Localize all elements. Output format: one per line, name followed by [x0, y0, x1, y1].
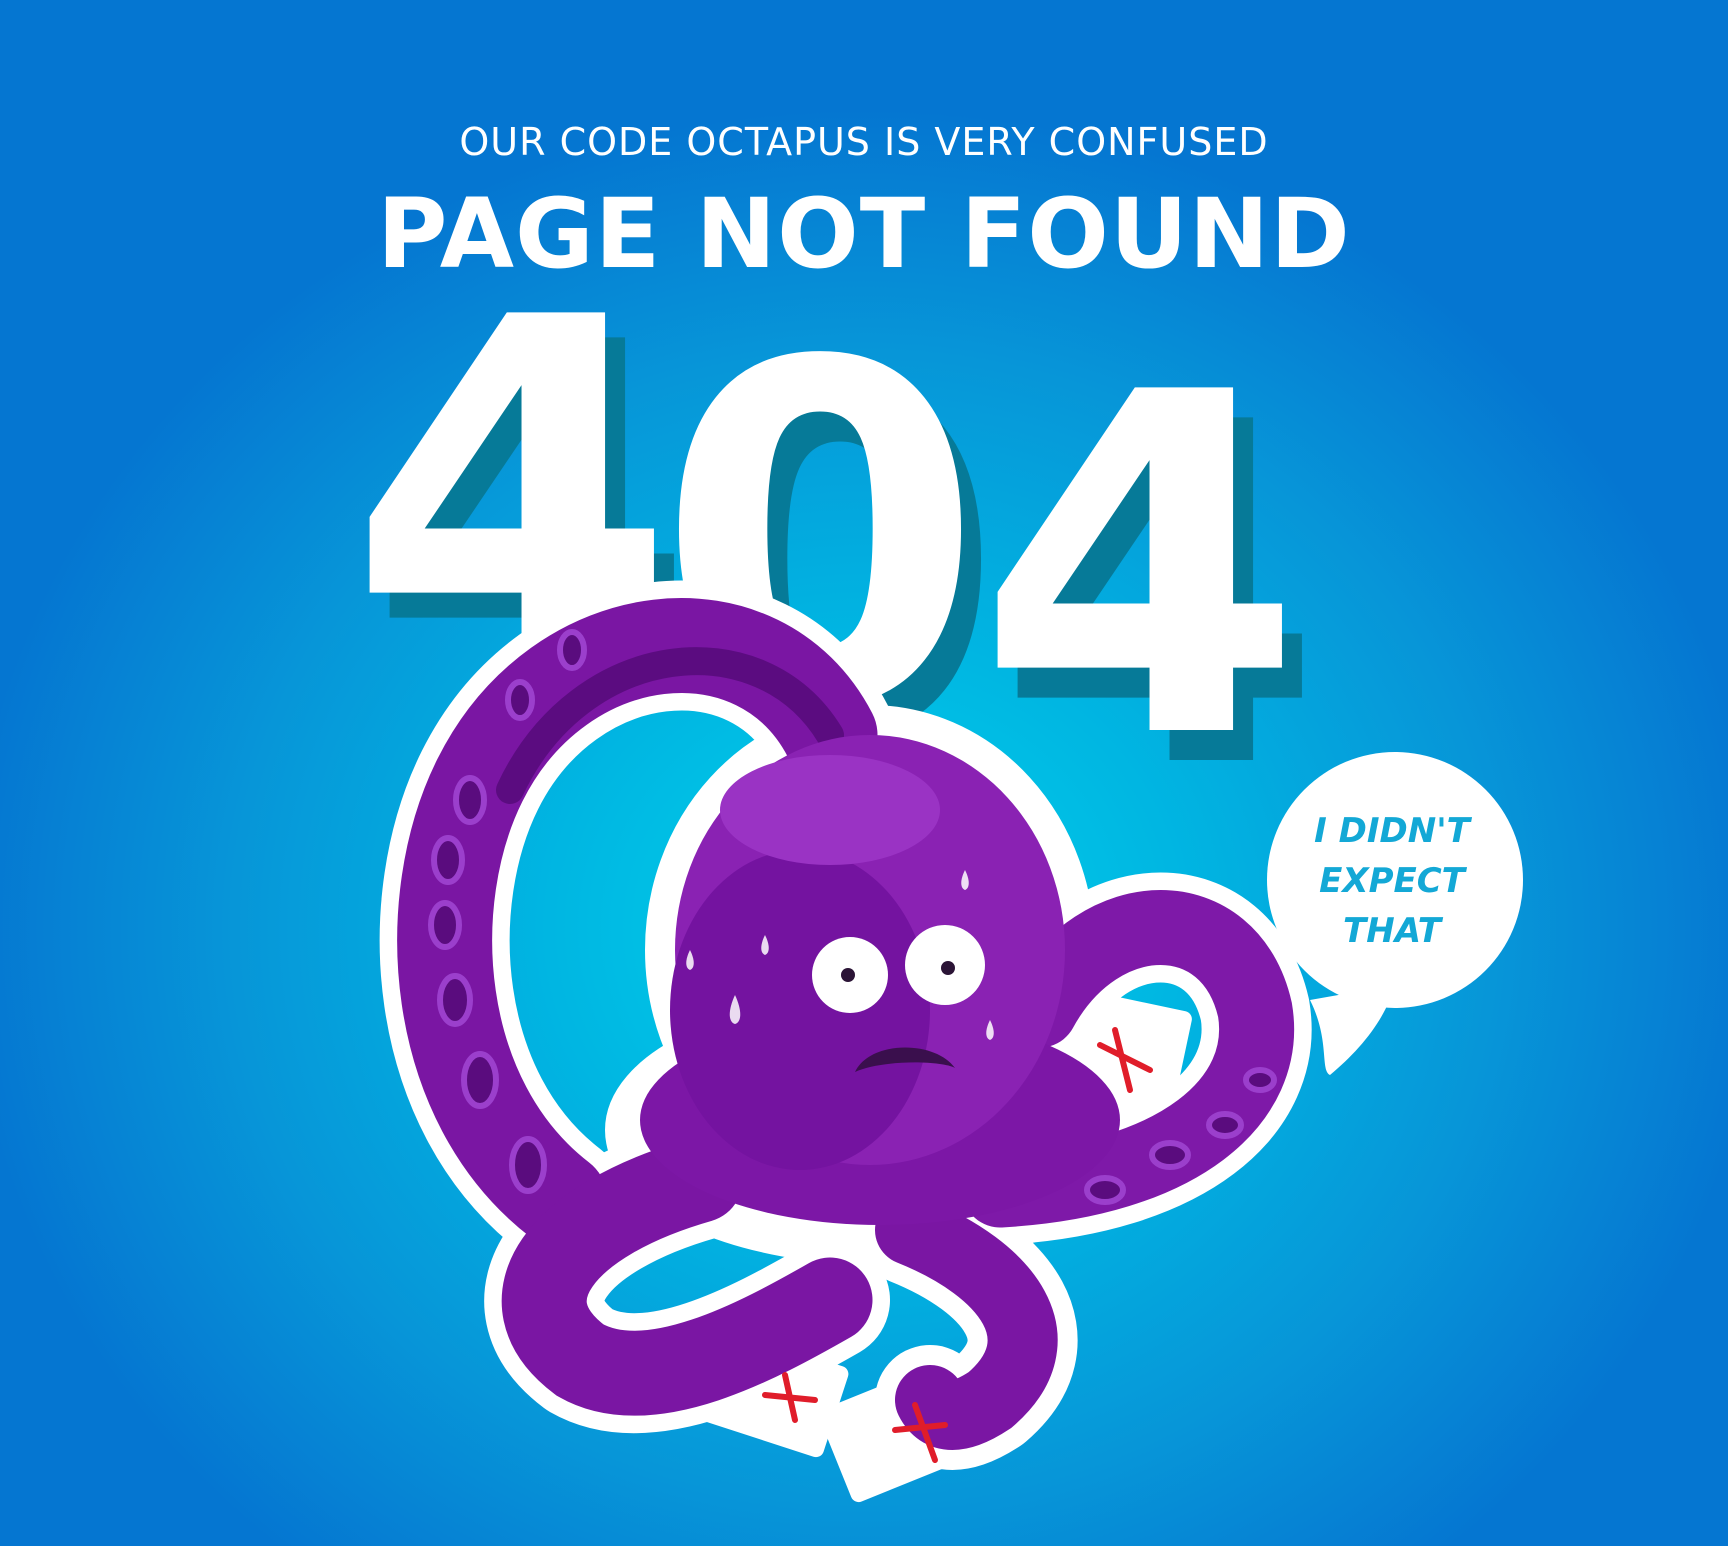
bubble-line-1: I DIDN'T	[1314, 811, 1472, 851]
error-illustration: 4 0 4 4 0 4 I DIDN'T EXPECT THAT	[348, 219, 1523, 1503]
bubble-line-3: THAT	[1343, 911, 1444, 951]
not-found-page: OUR CODE OCTAPUS IS VERY CONFUSED PAGE N…	[0, 0, 1728, 1546]
error-digit-3: 4	[976, 294, 1303, 841]
bubble-line-2: EXPECT	[1319, 861, 1468, 901]
